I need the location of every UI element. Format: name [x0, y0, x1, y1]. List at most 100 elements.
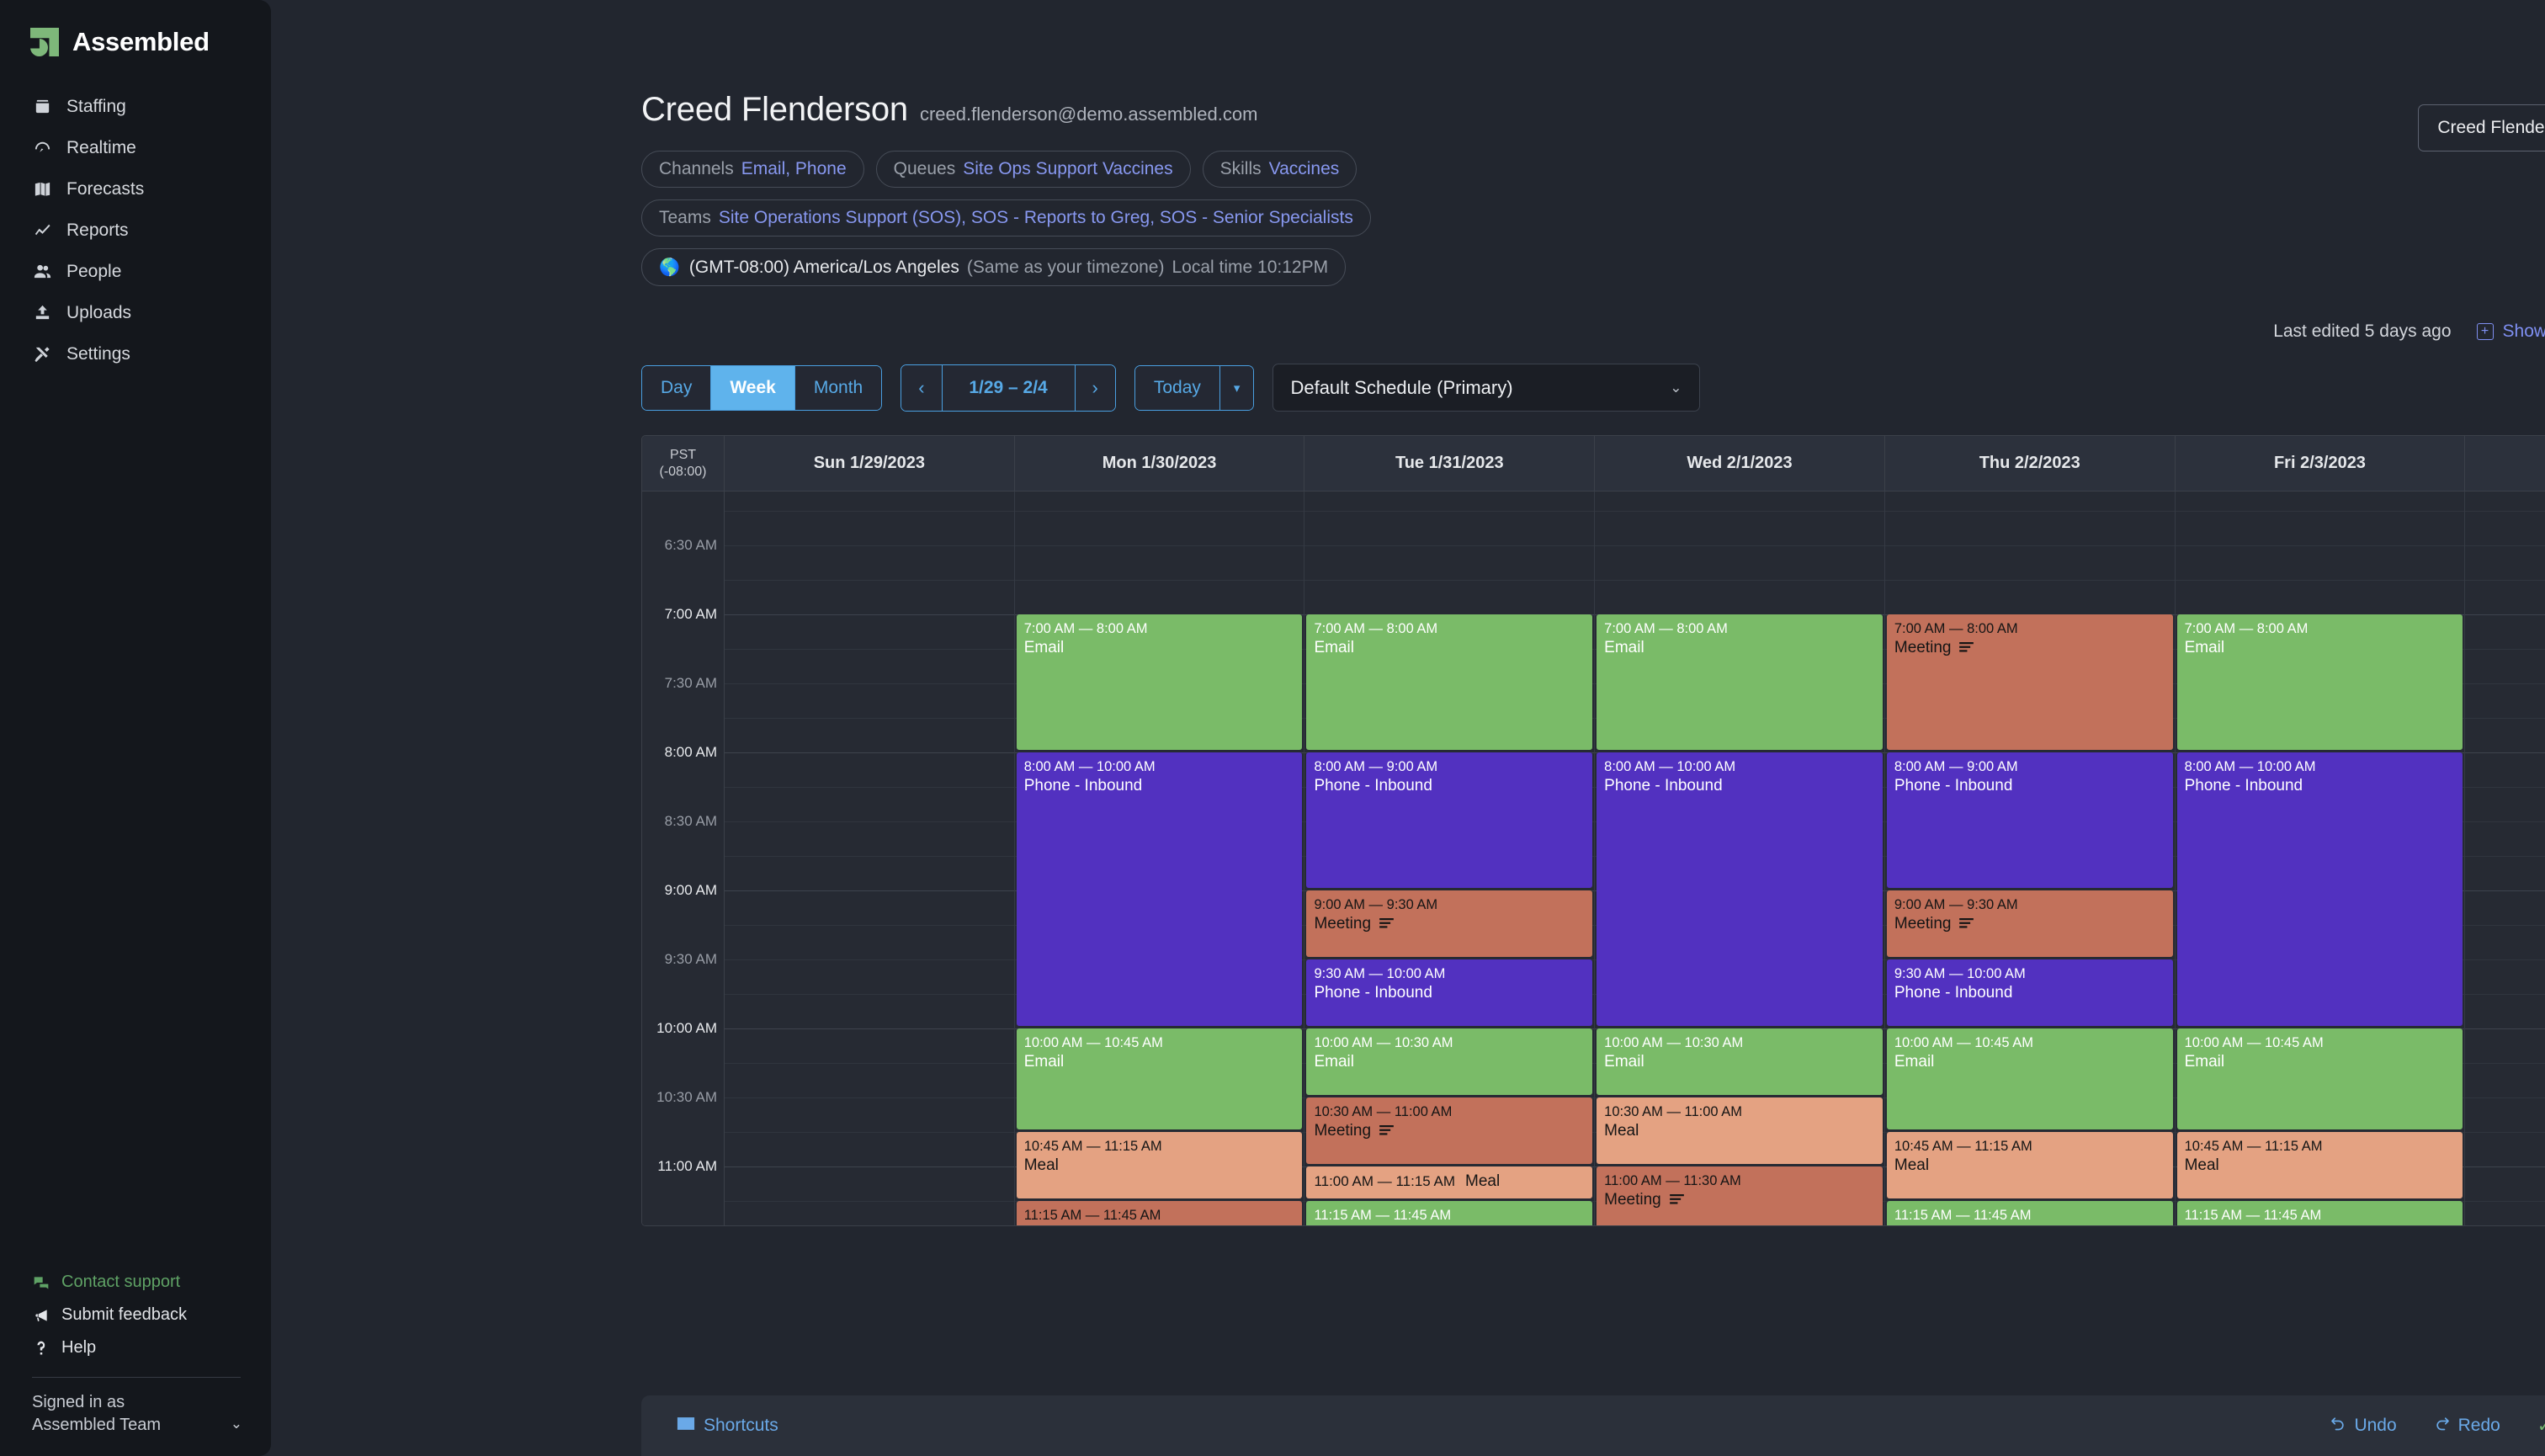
event-name: Meal: [1465, 1172, 1501, 1190]
calendar-event[interactable]: 10:30 AM — 11:00 AM Meal: [1597, 1097, 1883, 1164]
day-column-sat[interactable]: [2465, 492, 2545, 1225]
prev-week-button[interactable]: ‹: [901, 364, 943, 411]
calendar-header-row: PST (-08:00) Sun 1/29/2023 Mon 1/30/2023…: [642, 436, 2545, 492]
sidebar-item-settings[interactable]: Settings: [0, 333, 271, 375]
calendar-event[interactable]: 10:00 AM — 10:45 AM Email: [2176, 1028, 2463, 1129]
shortcuts-button[interactable]: Shortcuts: [677, 1416, 778, 1436]
sidebar-item-staffing[interactable]: Staffing: [0, 86, 271, 127]
chip-skills[interactable]: Skills Vaccines: [1202, 151, 1358, 188]
sidebar-item-people[interactable]: People: [0, 251, 271, 292]
next-week-button[interactable]: ›: [1075, 364, 1115, 411]
contact-support-link[interactable]: Contact support: [32, 1267, 271, 1298]
calendar-event[interactable]: 10:45 AM — 11:15 AM Meal: [1886, 1132, 2173, 1198]
calendar-event[interactable]: 10:00 AM — 10:45 AM Email: [1886, 1028, 2173, 1129]
scorecard-button[interactable]: Creed Flenderson's scorecard: [2418, 104, 2545, 151]
chip-channels[interactable]: Channels Email, Phone: [641, 151, 864, 188]
submit-feedback-link[interactable]: Submit feedback: [32, 1299, 271, 1331]
brand-logo[interactable]: Assembled: [0, 22, 271, 57]
day-grid[interactable]: 7:00 AM — 8:00 AM Email 8:00 AM — 10:00 AM…: [725, 492, 2545, 1225]
grid-line: [1595, 545, 1884, 546]
calendar-event[interactable]: 10:00 AM — 10:45 AM Email: [1016, 1028, 1303, 1129]
calendar-event[interactable]: 7:00 AM — 8:00 AM Email: [1597, 614, 1883, 750]
view-week-button[interactable]: Week: [711, 365, 795, 410]
calendar-event[interactable]: 10:00 AM — 10:30 AM Email: [1306, 1028, 1593, 1095]
calendar-event[interactable]: 10:00 AM — 10:30 AM Email: [1597, 1028, 1883, 1095]
grid-line: [2465, 1166, 2545, 1167]
calendar-event[interactable]: 8:00 AM — 9:00 AM Phone - Inbound: [1306, 752, 1593, 888]
sidebar-item-label: Uploads: [66, 302, 132, 322]
day-column-wed[interactable]: 7:00 AM — 8:00 AM Email 8:00 AM — 10:00 AM…: [1595, 492, 1885, 1225]
chip-timezone[interactable]: 🌎 (GMT-08:00) America/Los Angeles (Same …: [641, 248, 1347, 286]
grid-line: [725, 649, 1014, 650]
event-name: Meal: [1604, 1122, 1639, 1140]
calendar-event[interactable]: 11:15 AM — 11:45 AMEmail: [1306, 1201, 1593, 1225]
grid-line: [2465, 994, 2545, 995]
redo-button[interactable]: Redo: [2434, 1415, 2500, 1437]
calendar-event[interactable]: 11:00 AM — 11:15 AM Meal: [1306, 1166, 1593, 1198]
calendar-event[interactable]: 10:30 AM — 11:00 AM Meeting: [1306, 1097, 1593, 1164]
event-name: Meal: [1023, 1156, 1059, 1175]
help-link[interactable]: Help: [32, 1332, 271, 1363]
calendar-event[interactable]: 8:00 AM — 10:00 AM Phone - Inbound: [2176, 752, 2463, 1026]
plus-box-icon: +: [2476, 323, 2494, 340]
chip-queues-value: Site Ops Support Vaccines: [963, 159, 1173, 178]
date-range-label[interactable]: 1/29 – 2/4: [942, 364, 1076, 411]
event-name: Email: [1604, 1053, 1644, 1071]
calendar-event[interactable]: 11:15 AM — 11:45 AMEmail: [2176, 1201, 2463, 1225]
line-chart-icon: [32, 220, 53, 241]
view-month-button[interactable]: Month: [794, 365, 882, 410]
account-switcher[interactable]: Signed in as Assembled Team ⌄: [0, 1378, 271, 1436]
calendar-body[interactable]: 6:00 AM6:30 AM7:00 AM7:30 AM8:00 AM8:30 …: [642, 492, 2545, 1225]
sidebar-item-forecasts[interactable]: Forecasts: [0, 168, 271, 210]
signed-in-org: Assembled Team: [32, 1415, 162, 1434]
calendar-event[interactable]: 7:00 AM — 8:00 AM Email: [1306, 614, 1593, 750]
event-time: 8:00 AM — 9:00 AM: [1314, 759, 1438, 774]
event-time: 8:00 AM — 10:00 AM: [1023, 759, 1156, 774]
notes-icon: [1959, 915, 1974, 934]
day-column-thu[interactable]: 7:00 AM — 8:00 AM Meeting 8:00 AM — 9:00 A…: [1884, 492, 2176, 1225]
brand-name: Assembled: [72, 27, 210, 56]
day-column-fri[interactable]: 7:00 AM — 8:00 AM Email 8:00 AM — 10:00 AM…: [2175, 492, 2466, 1225]
globe-icon: 🌎: [659, 258, 680, 277]
today-button[interactable]: Today: [1134, 365, 1220, 410]
undo-button[interactable]: Undo: [2330, 1415, 2397, 1437]
grid-line: [2175, 511, 2465, 512]
event-name: Email: [2184, 1053, 2225, 1071]
calendar-event[interactable]: 7:00 AM — 8:00 AM Meeting: [1886, 614, 2173, 750]
day-column-sun[interactable]: [725, 492, 1015, 1225]
calendar-event[interactable]: 9:30 AM — 10:00 AM Phone - Inbound: [1306, 959, 1593, 1026]
calendar-event[interactable]: 8:00 AM — 10:00 AM Phone - Inbound: [1597, 752, 1883, 1026]
calendar-event[interactable]: 11:15 AM — 11:45 AMEmail: [1886, 1201, 2173, 1225]
calendar-toolbar: Day Week Month ‹ 1/29 – 2/4 › Today ▾ De…: [271, 364, 2545, 412]
sidebar-item-realtime[interactable]: Realtime: [0, 127, 271, 168]
calendar-event[interactable]: 7:00 AM — 8:00 AM Email: [1016, 614, 1303, 750]
calendar-event[interactable]: 11:00 AM — 11:30 AM Meeting: [1597, 1166, 1883, 1225]
grid-line: [2465, 545, 2545, 546]
chip-teams[interactable]: Teams Site Operations Support (SOS), SOS…: [641, 199, 1371, 236]
calendar-event[interactable]: 11:15 AM — 11:45 AMMeeting: [1016, 1201, 1303, 1225]
view-day-button[interactable]: Day: [642, 365, 712, 410]
schedule-select[interactable]: Default Schedule (Primary): [1272, 364, 1701, 412]
event-time: 10:30 AM — 11:00 AM: [1314, 1104, 1453, 1119]
sidebar-item-uploads[interactable]: Uploads: [0, 292, 271, 333]
event-time: 10:30 AM — 11:00 AM: [1604, 1104, 1743, 1119]
chip-queues[interactable]: Queues Site Ops Support Vaccines: [875, 151, 1191, 188]
day-column-tue[interactable]: 7:00 AM — 8:00 AM Email 8:00 AM — 9:00 AM P…: [1304, 492, 1596, 1225]
grid-line: [1014, 580, 1304, 581]
calendar-event[interactable]: 10:45 AM — 11:15 AM Meal: [1016, 1132, 1303, 1198]
calendar-event[interactable]: 9:00 AM — 9:30 AM Meeting: [1886, 890, 2173, 957]
calendar-event[interactable]: 8:00 AM — 10:00 AM Phone - Inbound: [1016, 752, 1303, 1026]
today-dropdown-caret-icon[interactable]: ▾: [1219, 365, 1254, 410]
calendar-event[interactable]: 9:30 AM — 10:00 AM Phone - Inbound: [1886, 959, 2173, 1026]
show-scheduling-history-link[interactable]: + Show scheduling history: [2476, 321, 2545, 342]
day-column-mon[interactable]: 7:00 AM — 8:00 AM Email 8:00 AM — 10:00 AM…: [1014, 492, 1305, 1225]
calendar-event[interactable]: 8:00 AM — 9:00 AM Phone - Inbound: [1886, 752, 2173, 888]
calendar-event[interactable]: 7:00 AM — 8:00 AM Email: [2176, 614, 2463, 750]
grid-line: [2465, 821, 2545, 822]
sidebar-item-reports[interactable]: Reports: [0, 210, 271, 251]
calendar-event[interactable]: 10:45 AM — 11:15 AM Meal: [2176, 1132, 2463, 1198]
attribute-chips: Channels Email, Phone Queues Site Ops Su…: [641, 151, 2545, 286]
event-name: Meeting: [1894, 914, 2165, 934]
calendar-event[interactable]: 9:00 AM — 9:30 AM Meeting: [1306, 890, 1593, 957]
event-time: 7:00 AM — 8:00 AM: [1894, 621, 2018, 636]
